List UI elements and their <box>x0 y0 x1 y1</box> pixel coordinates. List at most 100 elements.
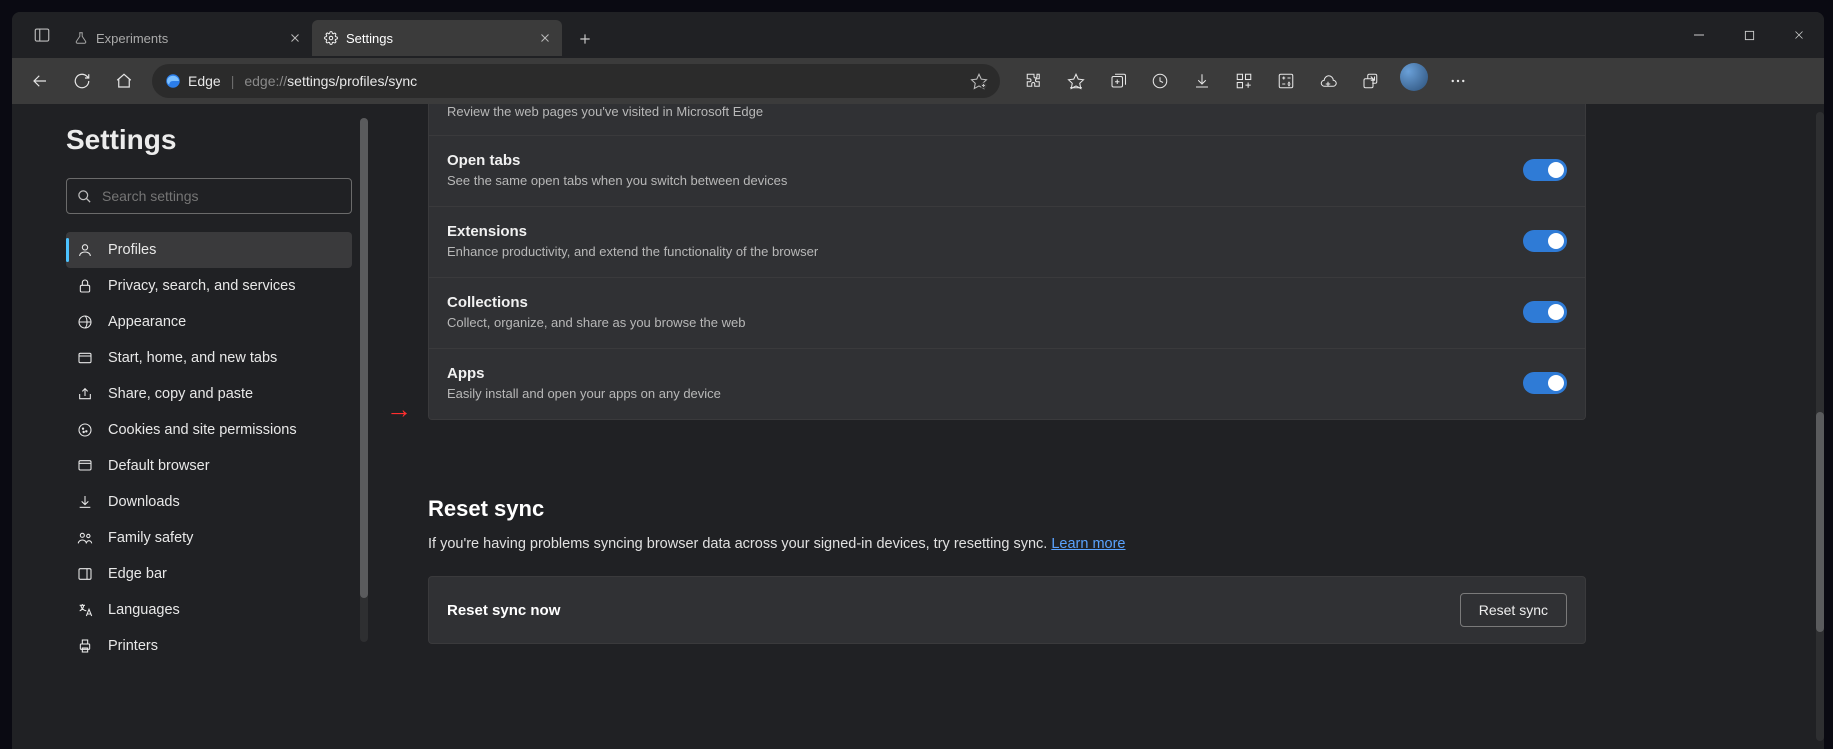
sidebar-item-share[interactable]: Share, copy and paste <box>66 376 352 412</box>
toolbar-actions <box>1014 63 1478 99</box>
sidebar-item-start[interactable]: Start, home, and new tabs <box>66 340 352 376</box>
search-settings[interactable] <box>66 178 352 214</box>
language-icon <box>76 602 94 618</box>
toggle-open-tabs[interactable] <box>1523 159 1567 181</box>
favorites-icon[interactable] <box>1056 63 1096 99</box>
sidebar-item-printers[interactable]: Printers <box>66 628 352 664</box>
sidebar-item-appearance[interactable]: Appearance <box>66 304 352 340</box>
web-capture-icon[interactable] <box>1308 63 1348 99</box>
sidebar-item-label: Appearance <box>108 314 186 330</box>
tab-settings[interactable]: Settings <box>312 20 562 56</box>
profile-avatar[interactable] <box>1400 63 1428 91</box>
sidebar-item-edgebar[interactable]: Edge bar <box>66 556 352 592</box>
back-button[interactable] <box>20 63 60 99</box>
row-title: Extensions <box>447 223 818 240</box>
brand-label: Edge <box>188 73 221 89</box>
browser-window: Experiments Settings <box>12 12 1824 749</box>
sidebar-scroll-thumb[interactable] <box>360 118 368 598</box>
address-bar[interactable]: Edge | edge://settings/profiles/sync <box>152 64 1000 98</box>
tab-icon <box>76 350 94 366</box>
sidebar-item-languages[interactable]: Languages <box>66 592 352 628</box>
reset-sync-card: Reset sync now Reset sync <box>428 576 1586 644</box>
site-identity[interactable]: Edge <box>164 72 221 90</box>
sidebar-item-label: Start, home, and new tabs <box>108 350 277 366</box>
history-icon[interactable] <box>1140 63 1180 99</box>
sidebar-item-cookies[interactable]: Cookies and site permissions <box>66 412 352 448</box>
toggle-extensions[interactable] <box>1523 230 1567 252</box>
close-icon[interactable] <box>284 27 306 49</box>
content: Settings Profiles Privacy, search, and s… <box>12 104 1824 749</box>
row-sub: Enhance productivity, and extend the fun… <box>447 244 818 259</box>
row-title: Open tabs <box>447 152 787 169</box>
favorite-star-icon[interactable] <box>970 72 988 90</box>
tab-label: Settings <box>346 31 393 46</box>
gear-icon <box>324 31 338 45</box>
learn-more-link[interactable]: Learn more <box>1051 536 1125 552</box>
sidebar-item-label: Profiles <box>108 242 156 258</box>
family-icon <box>76 530 94 546</box>
collections-icon[interactable] <box>1098 63 1138 99</box>
sidebar-item-profiles[interactable]: Profiles <box>66 232 352 268</box>
sidebar-item-label: Languages <box>108 602 180 618</box>
sidebar-item-default-browser[interactable]: Default browser <box>66 448 352 484</box>
row-sub: See the same open tabs when you switch b… <box>447 173 787 188</box>
row-sub: Easily install and open your apps on any… <box>447 386 721 401</box>
titlebar: Experiments Settings <box>12 12 1824 58</box>
sidebar-item-label: Family safety <box>108 530 193 546</box>
reset-sync-desc: If you're having problems syncing browse… <box>428 536 1586 552</box>
download-icon <box>76 494 94 510</box>
address-path: edge://settings/profiles/sync <box>244 73 417 89</box>
row-sub: Collect, organize, and share as you brow… <box>447 315 745 330</box>
refresh-button[interactable] <box>62 63 102 99</box>
sidebar-item-downloads[interactable]: Downloads <box>66 484 352 520</box>
address-separator: | <box>231 73 235 89</box>
main-scrollbar[interactable] <box>1816 112 1824 741</box>
sync-settings-list: Review the web pages you've visited in M… <box>428 104 1586 420</box>
minimize-button[interactable] <box>1674 12 1724 58</box>
close-icon[interactable] <box>534 27 556 49</box>
sidebar-item-label: Edge bar <box>108 566 167 582</box>
maximize-button[interactable] <box>1724 12 1774 58</box>
annotation-arrow-icon: → <box>386 394 412 425</box>
window-controls <box>1674 12 1824 58</box>
settings-sidebar: Settings Profiles Privacy, search, and s… <box>12 104 368 749</box>
settings-nav: Profiles Privacy, search, and services A… <box>66 232 352 664</box>
downloads-icon[interactable] <box>1182 63 1222 99</box>
sidebar-scrollbar[interactable] <box>360 118 368 642</box>
sidebar-item-family[interactable]: Family safety <box>66 520 352 556</box>
home-button[interactable] <box>104 63 144 99</box>
apps-icon[interactable] <box>1224 63 1264 99</box>
history-row-sub: Review the web pages you've visited in M… <box>429 104 1585 135</box>
sidebar-item-label: Share, copy and paste <box>108 386 253 402</box>
settings-main: → Review the web pages you've visited in… <box>368 104 1824 749</box>
main-scroll-thumb[interactable] <box>1816 412 1824 632</box>
profile-icon <box>76 242 94 258</box>
reset-sync-heading: Reset sync <box>428 496 1586 522</box>
search-input[interactable] <box>102 188 341 204</box>
close-window-button[interactable] <box>1774 12 1824 58</box>
settings-and-more-icon[interactable] <box>1438 63 1478 99</box>
tab-label: Experiments <box>96 31 168 46</box>
toggle-collections[interactable] <box>1523 301 1567 323</box>
sidebar-item-privacy[interactable]: Privacy, search, and services <box>66 268 352 304</box>
toolbar: Edge | edge://settings/profiles/sync <box>12 58 1824 104</box>
sidebar-item-label: Cookies and site permissions <box>108 422 297 438</box>
tab-experiments[interactable]: Experiments <box>62 20 312 56</box>
panel-icon <box>76 566 94 582</box>
toggle-apps[interactable] <box>1523 372 1567 394</box>
extensions-icon[interactable] <box>1014 63 1054 99</box>
share-icon[interactable] <box>1350 63 1390 99</box>
sync-row-apps: Apps Easily install and open your apps o… <box>429 348 1585 419</box>
math-solver-icon[interactable] <box>1266 63 1306 99</box>
new-tab-button[interactable] <box>570 24 600 54</box>
reset-sync-button[interactable]: Reset sync <box>1460 593 1567 627</box>
row-title: Apps <box>447 365 721 382</box>
row-title: Collections <box>447 294 745 311</box>
sidebar-item-label: Printers <box>108 638 158 654</box>
share-icon <box>76 386 94 402</box>
browser-icon <box>76 458 94 474</box>
sidebar-item-label: Default browser <box>108 458 210 474</box>
flask-icon <box>74 31 88 45</box>
tab-actions-icon[interactable] <box>22 15 62 55</box>
sync-row-collections: Collections Collect, organize, and share… <box>429 277 1585 348</box>
